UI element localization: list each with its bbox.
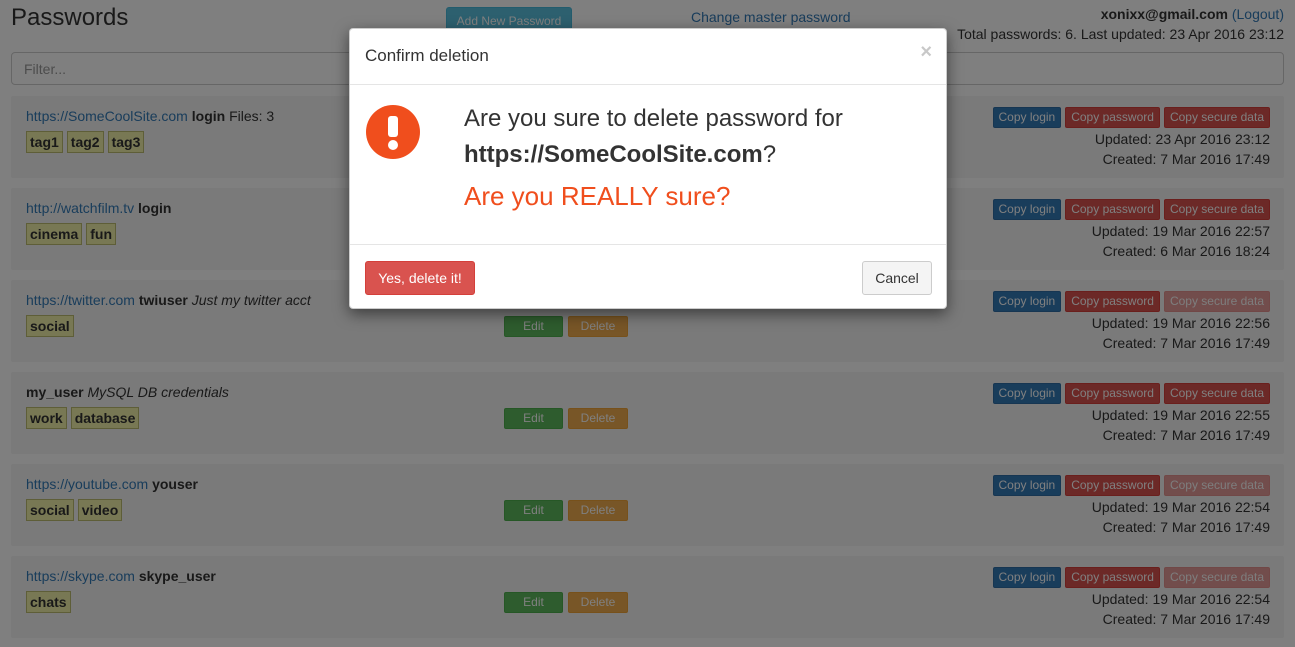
delete-question: Are you sure to delete password for http… [464,101,843,173]
confirm-delete-button[interactable]: Yes, delete it! [365,261,475,295]
modal-header: Confirm deletion × [350,29,946,85]
cancel-button[interactable]: Cancel [862,261,932,295]
close-icon[interactable]: × [920,42,932,62]
question-prefix: Are you sure to delete password for [464,105,843,132]
really-sure-warning: Are you REALLY sure? [464,181,731,211]
exclamation-circle-icon [366,105,420,159]
modal-footer: Yes, delete it! Cancel [350,244,946,309]
confirm-deletion-dialog: Confirm deletion × Are you sure to delet… [349,28,947,309]
question-suffix: ? [762,141,777,168]
modal-title: Confirm deletion [365,46,489,65]
question-site: https://SomeCoolSite.com [464,141,763,168]
